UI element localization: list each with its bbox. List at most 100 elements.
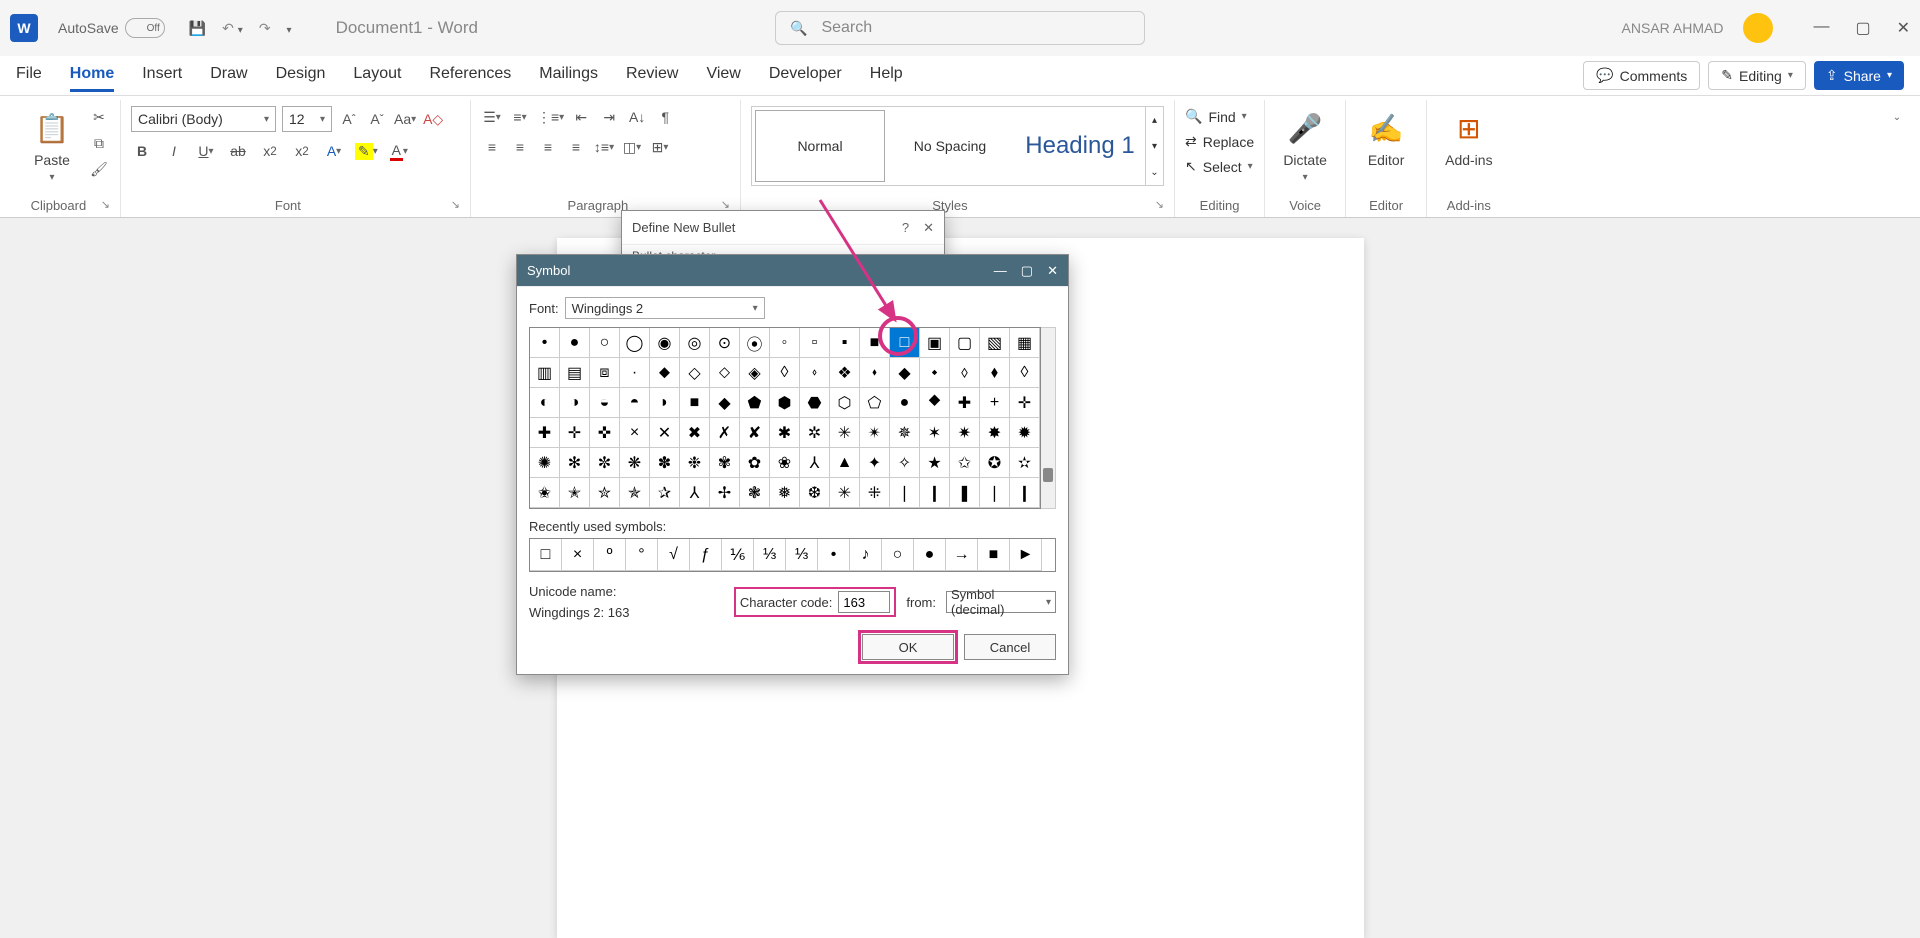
maximize-icon[interactable]: ▢ bbox=[1855, 18, 1870, 38]
symbol-cell[interactable]: ✢ bbox=[710, 478, 740, 508]
symbol-cell[interactable]: ✿ bbox=[740, 448, 770, 478]
symbol-cell[interactable]: ✜ bbox=[590, 418, 620, 448]
symbol-cell[interactable]: ✕ bbox=[650, 418, 680, 448]
symbol-scrollbar[interactable] bbox=[1041, 327, 1056, 509]
dictate-button[interactable]: 🎤Dictate▾ bbox=[1275, 106, 1335, 185]
addins-button[interactable]: ⊞Add-ins bbox=[1437, 106, 1500, 170]
symbol-cell[interactable]: ✸ bbox=[980, 418, 1010, 448]
recent-symbol-cell[interactable]: º bbox=[594, 539, 626, 571]
symbol-cell[interactable]: ❅ bbox=[770, 478, 800, 508]
find-button[interactable]: 🔍 Find ▾ bbox=[1185, 106, 1247, 127]
symbol-cell[interactable]: ⬩ bbox=[920, 358, 950, 388]
recent-symbol-cell[interactable]: → bbox=[946, 539, 978, 571]
symbol-cell[interactable]: ✘ bbox=[740, 418, 770, 448]
tab-view[interactable]: View bbox=[706, 59, 740, 92]
symbol-font-combo[interactable]: Wingdings 2▾ bbox=[565, 297, 765, 319]
tab-developer[interactable]: Developer bbox=[769, 59, 842, 92]
increase-indent-icon[interactable]: ⇥ bbox=[598, 106, 620, 128]
qat-more-icon[interactable]: ▾ bbox=[283, 16, 296, 40]
tab-insert[interactable]: Insert bbox=[142, 59, 182, 92]
symbol-cell[interactable]: ✛ bbox=[1010, 388, 1040, 418]
symbol-dialog-close-icon[interactable]: ✕ bbox=[1047, 263, 1058, 279]
scroll-thumb[interactable] bbox=[1043, 468, 1053, 482]
symbol-cell[interactable]: + bbox=[980, 388, 1010, 418]
grow-font-icon[interactable]: Aˆ bbox=[338, 108, 360, 130]
symbol-cell[interactable]: ▧ bbox=[980, 328, 1010, 358]
tab-review[interactable]: Review bbox=[626, 59, 678, 92]
bold-icon[interactable]: B bbox=[131, 140, 153, 162]
font-name-combo[interactable]: Calibri (Body)▾ bbox=[131, 106, 276, 132]
symbol-cell[interactable]: ⧈ bbox=[590, 358, 620, 388]
recent-symbol-cell[interactable]: √ bbox=[658, 539, 690, 571]
symbol-cell[interactable]: ✦ bbox=[860, 448, 890, 478]
recent-symbol-cell[interactable]: × bbox=[562, 539, 594, 571]
clear-formatting-icon[interactable]: A◇ bbox=[422, 108, 444, 130]
symbol-cell[interactable]: ✶ bbox=[920, 418, 950, 448]
symbol-cell[interactable]: ◗ bbox=[650, 388, 680, 418]
select-button[interactable]: ↖ Select ▾ bbox=[1185, 156, 1253, 177]
recent-symbol-cell[interactable]: ⅙ bbox=[722, 539, 754, 571]
recent-symbol-cell[interactable]: ○ bbox=[882, 539, 914, 571]
align-center-icon[interactable]: ≡ bbox=[509, 136, 531, 158]
decrease-indent-icon[interactable]: ⇤ bbox=[570, 106, 592, 128]
symbol-cell[interactable]: ❋ bbox=[620, 448, 650, 478]
styles-gallery[interactable]: Normal No Spacing Heading 1 ▴ ▾ ⌄ bbox=[751, 106, 1164, 186]
symbol-cell[interactable]: ◆ bbox=[710, 388, 740, 418]
symbol-cell[interactable]: ⯁ bbox=[920, 388, 950, 418]
cut-icon[interactable]: ✂ bbox=[88, 106, 110, 128]
recent-symbol-cell[interactable]: ► bbox=[1010, 539, 1042, 571]
recent-symbol-cell[interactable]: ° bbox=[626, 539, 658, 571]
symbol-cell[interactable]: ⬟ bbox=[740, 388, 770, 418]
from-combo[interactable]: Symbol (decimal)▾ bbox=[946, 591, 1056, 613]
minimize-icon[interactable]: — bbox=[1813, 18, 1829, 38]
symbol-cell[interactable]: ○ bbox=[590, 328, 620, 358]
symbol-cell[interactable]: ✚ bbox=[950, 388, 980, 418]
styles-up-icon[interactable]: ▴ bbox=[1146, 107, 1163, 133]
symbol-cell[interactable]: ▫ bbox=[800, 328, 830, 358]
symbol-cell[interactable]: ● bbox=[560, 328, 590, 358]
symbol-cell[interactable]: ▢ bbox=[950, 328, 980, 358]
symbol-cell[interactable]: ⁜ bbox=[860, 478, 890, 508]
styles-launcher-icon[interactable]: ↘ bbox=[1155, 198, 1164, 211]
symbol-grid[interactable]: •●○◯◉◎⊙⦿◦▫▪■□▣▢▧▦▥▤⧈·⬥◇⬦◈◊⬫❖⬪◆⬩⬨⬧◊◐◑◒◓◗■… bbox=[529, 327, 1041, 509]
bullet-dialog-titlebar[interactable]: Define New Bullet ? ✕ bbox=[622, 211, 944, 245]
symbol-cell[interactable]: ◉ bbox=[650, 328, 680, 358]
symbol-cell[interactable]: ⬡ bbox=[830, 388, 860, 418]
cancel-button[interactable]: Cancel bbox=[964, 634, 1056, 660]
symbol-cell[interactable]: ✖ bbox=[680, 418, 710, 448]
shading-icon[interactable]: ◫▾ bbox=[621, 136, 643, 158]
symbol-cell[interactable]: ✺ bbox=[530, 448, 560, 478]
ribbon-collapse-icon[interactable]: ⌄ bbox=[1886, 106, 1908, 128]
user-name[interactable]: ANSAR AHMAD bbox=[1622, 20, 1724, 36]
recent-symbol-cell[interactable]: ƒ bbox=[690, 539, 722, 571]
character-code-input[interactable] bbox=[838, 591, 890, 613]
autosave-switch[interactable]: Off bbox=[125, 18, 165, 38]
symbol-cell[interactable]: ✳ bbox=[830, 418, 860, 448]
symbol-cell[interactable]: ◇ bbox=[680, 358, 710, 388]
italic-icon[interactable]: I bbox=[163, 140, 185, 162]
symbol-cell[interactable]: ▤ bbox=[560, 358, 590, 388]
symbol-cell[interactable]: ✴ bbox=[860, 418, 890, 448]
symbol-cell[interactable]: ▥ bbox=[530, 358, 560, 388]
symbol-cell[interactable]: ✚ bbox=[530, 418, 560, 448]
undo-icon[interactable]: ↶ ▾ bbox=[218, 16, 247, 41]
symbol-cell[interactable]: ❖ bbox=[830, 358, 860, 388]
symbol-cell[interactable]: ⦿ bbox=[740, 328, 770, 358]
numbering-icon[interactable]: ≡▾ bbox=[509, 106, 531, 128]
symbol-cell[interactable]: ✻ bbox=[560, 448, 590, 478]
symbol-cell[interactable]: ✽ bbox=[650, 448, 680, 478]
recent-symbol-cell[interactable]: ⅓ bbox=[754, 539, 786, 571]
symbol-cell[interactable]: ◊ bbox=[770, 358, 800, 388]
bullet-dialog-close-icon[interactable]: ✕ bbox=[923, 220, 934, 236]
symbol-cell[interactable]: ✛ bbox=[560, 418, 590, 448]
search-box[interactable]: 🔍 Search bbox=[775, 11, 1145, 45]
underline-icon[interactable]: U ▾ bbox=[195, 140, 217, 162]
paste-button[interactable]: 📋 Paste ▾ bbox=[22, 106, 82, 185]
show-marks-icon[interactable]: ¶ bbox=[654, 106, 676, 128]
symbol-cell[interactable]: ⬧ bbox=[980, 358, 1010, 388]
save-icon[interactable]: 💾 bbox=[185, 16, 210, 41]
symbol-cell[interactable]: ⅄ bbox=[800, 448, 830, 478]
symbol-cell[interactable]: ◐ bbox=[530, 388, 560, 418]
symbol-cell[interactable]: ❉ bbox=[680, 448, 710, 478]
symbol-cell[interactable]: ● bbox=[890, 388, 920, 418]
